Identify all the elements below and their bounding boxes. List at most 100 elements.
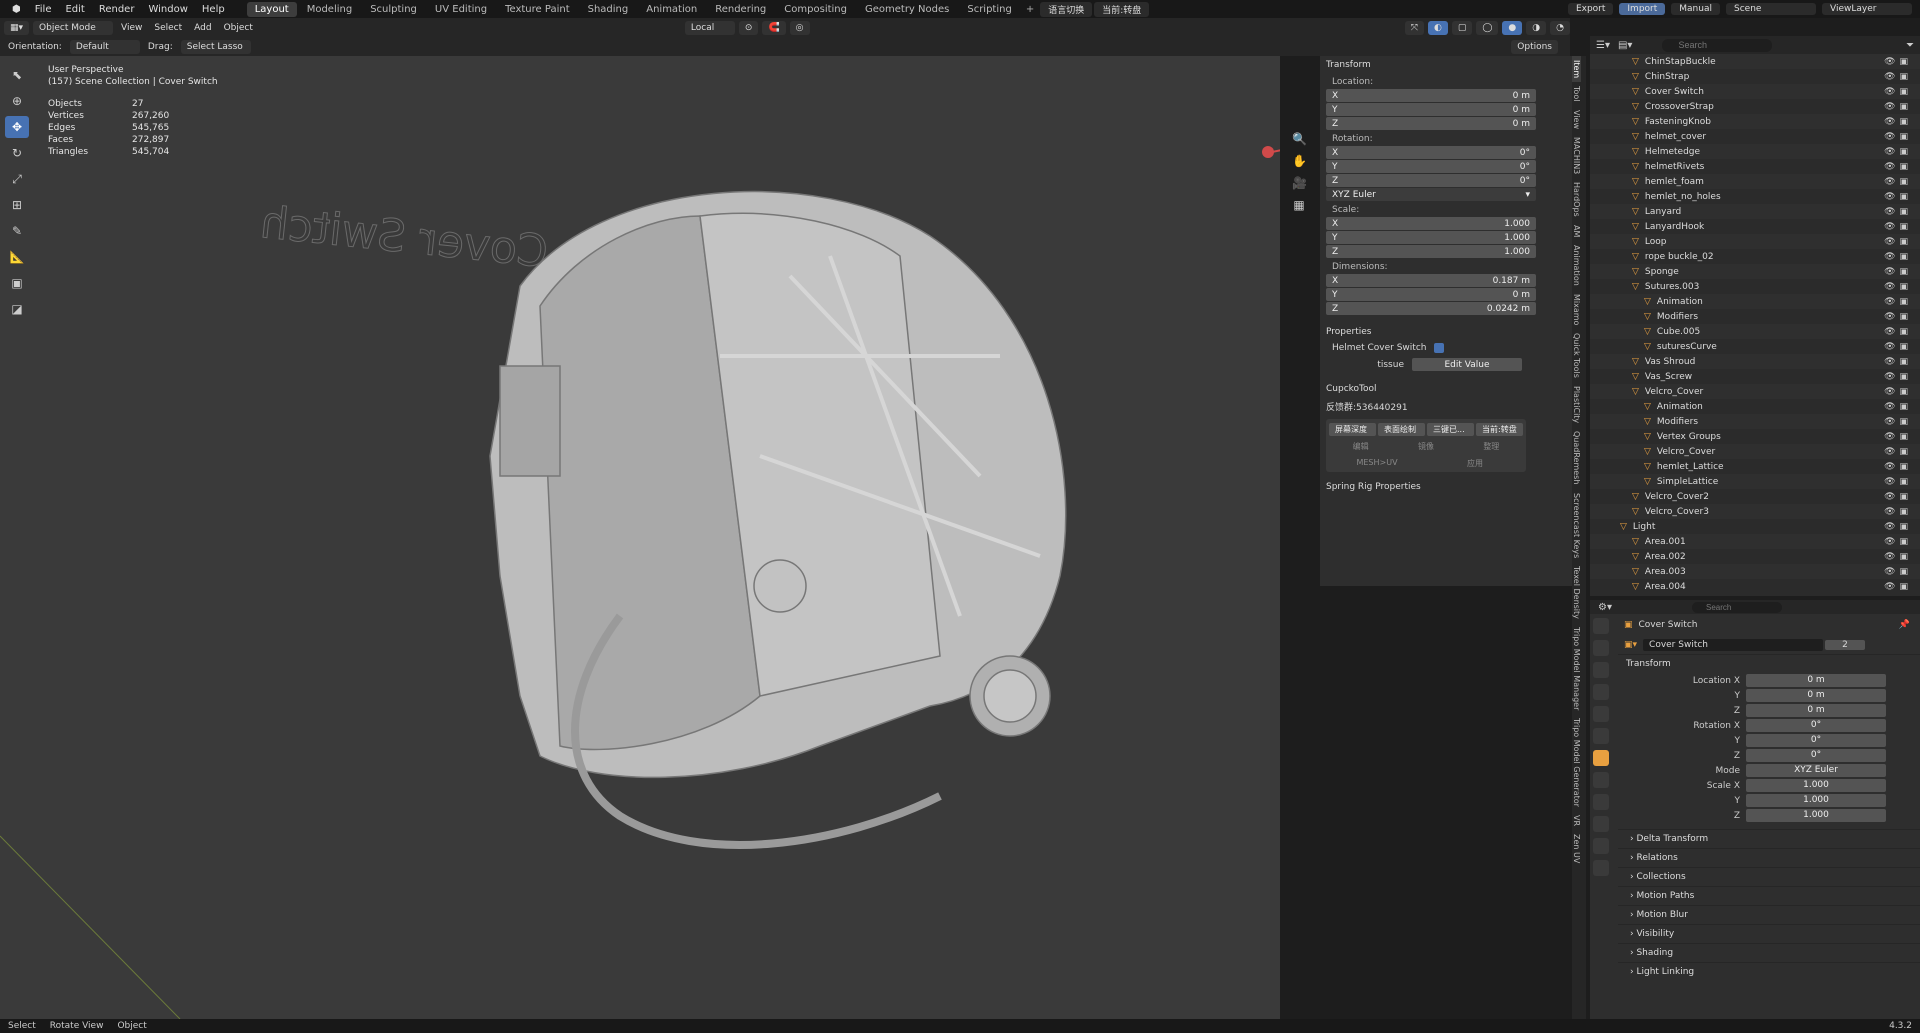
tab-zen-uv[interactable]: Zen UV [1572,830,1581,867]
tab-animation[interactable]: Animation [1572,241,1581,290]
tab-machin3[interactable]: MACHIN3 [1572,133,1581,178]
three-key-button[interactable]: 三键已... [1427,423,1474,436]
data-props-icon[interactable] [1593,860,1609,876]
move-tool-icon[interactable]: ✥ [5,116,29,138]
tab-layout[interactable]: Layout [246,1,297,17]
overlay-toggle-icon[interactable]: ◐ [1427,21,1448,35]
manual-button[interactable]: Manual [1671,3,1720,15]
list-item[interactable]: ▽ Sponge 👁▣ [1590,264,1920,279]
list-item[interactable]: ▽ LanyardHook 👁▣ [1590,219,1920,234]
properties-section-header[interactable]: › Visibility [1618,924,1920,943]
tab-hardops[interactable]: HardOps [1572,178,1581,221]
tab-modeling[interactable]: Modeling [299,2,361,17]
constraints-props-icon[interactable] [1593,838,1609,854]
menu-edit[interactable]: Edit [59,4,90,15]
dimensions-x-field[interactable]: X 0.187 m [1326,274,1536,287]
menu-object[interactable]: Object [220,23,257,33]
mesh-uv-button[interactable]: MESH>UV [1329,458,1425,469]
datablock-name[interactable]: Cover Switch [1643,639,1824,651]
list-item[interactable]: ▽ Velcro_Cover 👁▣ [1590,444,1920,459]
tool-props-icon[interactable] [1593,618,1609,634]
object-props-icon[interactable] [1593,750,1609,766]
visibility-icons[interactable]: 👁▣ [1884,402,1920,412]
tidy-button[interactable]: 整理 [1460,441,1523,452]
list-item[interactable]: ▽ Loop 👁▣ [1590,234,1920,249]
rotation-y-field[interactable]: Y 0° [1326,160,1536,173]
list-item[interactable]: ▽ ChinStapBuckle 👁▣ [1590,54,1920,69]
visibility-icons[interactable]: 👁▣ [1884,237,1920,247]
list-item[interactable]: ▽ Vas_Screw 👁▣ [1590,369,1920,384]
output-props-icon[interactable] [1593,662,1609,678]
scene-selector[interactable]: Scene [1726,3,1816,15]
tab-animation[interactable]: Animation [638,2,705,17]
display-mode-icon[interactable]: ▤▾ [1618,40,1632,51]
modifier-props-icon[interactable] [1593,772,1609,788]
filter-icon[interactable]: ⏷ [1906,40,1914,51]
apply-button[interactable]: 应用 [1427,458,1523,469]
pin-icon[interactable]: 📌 [1899,620,1910,630]
property-value-field[interactable]: 0 m [1746,704,1886,717]
edit-button[interactable]: 编辑 [1329,441,1392,452]
location-x-field[interactable]: X0 m [1326,89,1536,102]
list-item[interactable]: ▽ Animation 👁▣ [1590,399,1920,414]
add-cube-tool-icon[interactable]: ▣ [5,272,29,294]
scale-x-field[interactable]: X 1.000 [1326,217,1536,230]
menu-window[interactable]: Window [142,4,193,15]
outliner-editor-icon[interactable]: ☰▾ [1596,40,1610,51]
menu-add[interactable]: Add [190,23,215,33]
visibility-icons[interactable]: 👁▣ [1884,267,1920,277]
scene-props-icon[interactable] [1593,706,1609,722]
list-item[interactable]: ▽ Helmetedge 👁▣ [1590,144,1920,159]
tab-compositing[interactable]: Compositing [776,2,855,17]
tab-view[interactable]: View [1572,106,1581,133]
pan-hand-icon[interactable]: ✋ [1292,150,1307,172]
visibility-icons[interactable]: 👁▣ [1884,372,1920,382]
list-item[interactable]: ▽ FasteningKnob 👁▣ [1590,114,1920,129]
visibility-icons[interactable]: 👁▣ [1884,537,1920,547]
tab-uv-editing[interactable]: UV Editing [427,2,495,17]
property-value-field[interactable]: 0° [1746,734,1886,747]
rotation-mode-select[interactable]: XYZ Euler ▾ [1326,188,1536,201]
tab-tool[interactable]: Tool [1572,82,1581,106]
list-item[interactable]: ▽ hemlet_foam 👁▣ [1590,174,1920,189]
visibility-icons[interactable]: 👁▣ [1884,117,1920,127]
visibility-icons[interactable]: 👁▣ [1884,447,1920,457]
list-item[interactable]: ▽ hemlet_Lattice 👁▣ [1590,459,1920,474]
properties-section-header[interactable]: › Motion Paths [1618,886,1920,905]
tab-tripo-manager[interactable]: Tripo Model Manager [1572,623,1581,714]
list-item[interactable]: ▽ Light 👁▣ [1590,519,1920,534]
visibility-icons[interactable]: 👁▣ [1884,327,1920,337]
transform-section[interactable]: Transform [1618,654,1920,673]
list-item[interactable]: ▽ Velcro_Cover2 👁▣ [1590,489,1920,504]
scale-y-field[interactable]: Y 1.000 [1326,231,1536,244]
menu-file[interactable]: File [29,4,58,15]
transform-orientation-select[interactable]: Local [684,21,735,35]
shading-solid-icon[interactable]: ● [1502,21,1523,35]
extra-tool-icon[interactable]: ◪ [5,298,29,320]
editor-type-icon[interactable]: ▦▾ [4,21,30,35]
current-turntable-button[interactable]: 当前:转盘 [1094,1,1150,17]
list-item[interactable]: ▽ Cover Switch 👁▣ [1590,84,1920,99]
visibility-icons[interactable]: 👁▣ [1884,207,1920,217]
spring-rig-panel-title[interactable]: Spring Rig Properties [1320,478,1572,496]
particles-props-icon[interactable] [1593,794,1609,810]
orientation-select[interactable]: Default [69,40,140,54]
list-item[interactable]: ▽ Area.004 👁▣ [1590,579,1920,594]
users-count[interactable]: 2 [1825,640,1866,650]
list-item[interactable]: ▽ helmetRivets 👁▣ [1590,159,1920,174]
properties-section-header[interactable]: › Light Linking [1618,962,1920,981]
measure-tool-icon[interactable]: 📐 [5,246,29,268]
properties-panel-title[interactable]: Properties [1320,323,1572,341]
visibility-icons[interactable]: 👁▣ [1884,297,1920,307]
cupcko-panel-title[interactable]: CupckoTool [1320,380,1572,398]
visibility-icons[interactable]: 👁▣ [1884,567,1920,577]
transform-panel-title[interactable]: Transform [1320,56,1572,74]
view-layer-props-icon[interactable] [1593,684,1609,700]
datablock-icon[interactable]: ▣▾ [1624,640,1637,650]
tab-scripting[interactable]: Scripting [959,2,1019,17]
visibility-icons[interactable]: 👁▣ [1884,282,1920,292]
list-item[interactable]: ▽ Sutures.003 👁▣ [1590,279,1920,294]
drag-select[interactable]: Select Lasso [180,40,251,54]
property-value-field[interactable]: 0 m [1746,674,1886,687]
menu-select[interactable]: Select [150,23,186,33]
